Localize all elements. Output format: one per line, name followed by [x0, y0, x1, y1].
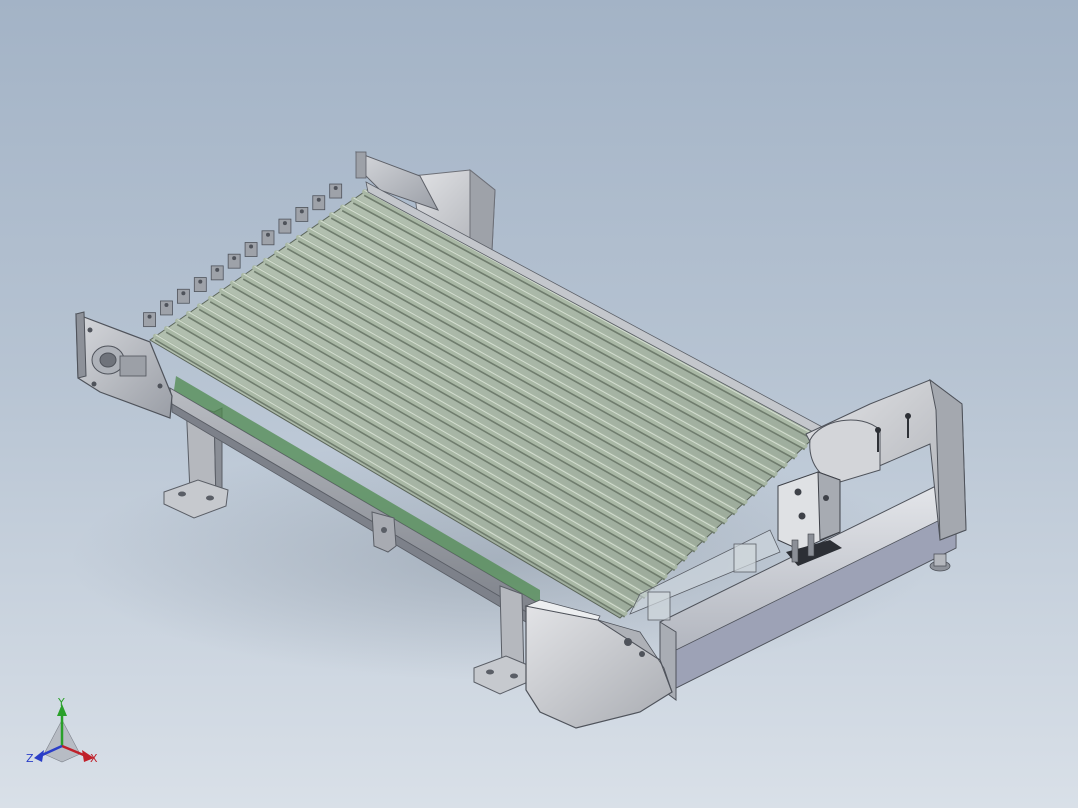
mid-rail-bracket — [371, 511, 397, 553]
conveyor-model-3d[interactable]: Y X Z — [0, 0, 1078, 808]
sprocket-hub — [232, 256, 237, 261]
sprocket-hub — [266, 232, 270, 237]
sprocket-hub — [282, 221, 287, 226]
sprocket-hub — [299, 209, 304, 214]
sprocket-hub — [333, 186, 338, 191]
sprocket-hub — [164, 302, 169, 307]
sprocket-hub — [215, 267, 220, 272]
sprocket-hub — [147, 314, 152, 319]
sprocket-hub — [316, 197, 321, 202]
coordinate-triad[interactable]: Y X Z — [26, 696, 98, 765]
left-end-plate — [75, 311, 173, 419]
sprocket-hub — [181, 291, 186, 296]
y-axis-label: Y — [57, 696, 65, 709]
sprocket-hub — [249, 244, 254, 249]
z-axis-arrowhead-icon — [34, 750, 44, 762]
x-axis-label: X — [90, 752, 98, 765]
sensor-bracket — [777, 471, 842, 566]
graphics-viewport[interactable]: Y X Z — [0, 0, 1078, 808]
sprocket-hub — [198, 279, 203, 284]
z-axis-label: Z — [26, 752, 34, 765]
